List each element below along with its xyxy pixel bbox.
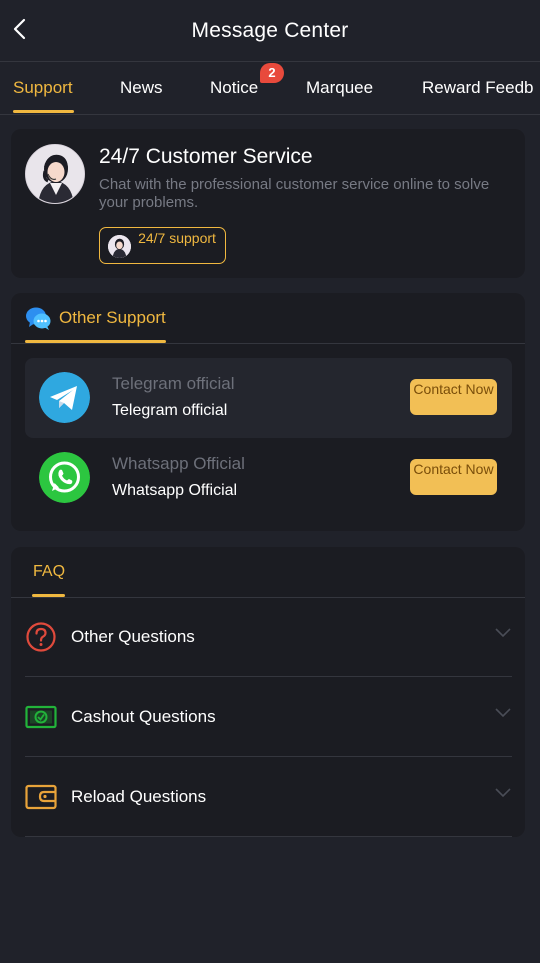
other-support-header: Other Support — [11, 293, 525, 344]
tab-news[interactable]: News — [120, 62, 163, 114]
other-support-indicator — [25, 340, 166, 343]
faq-item-other-questions[interactable]: Other Questions — [25, 597, 512, 677]
question-circle-icon — [26, 622, 56, 652]
telegram-name: Telegram official — [112, 374, 235, 393]
chevron-down-icon — [495, 628, 511, 638]
cash-icon — [25, 705, 57, 729]
other-support-title: Other Support — [59, 308, 166, 327]
other-support-card: Other Support Telegram official Telegram… — [11, 293, 525, 531]
whatsapp-subname: Whatsapp Official — [112, 482, 238, 499]
support-24-7-button[interactable]: 24/7 support — [99, 227, 226, 264]
message-center-screen: Message Center Support News Notice 2 Mar… — [0, 0, 540, 963]
wallet-icon — [25, 784, 57, 810]
chevron-down-icon — [495, 708, 511, 718]
telegram-support-item[interactable]: Telegram official Telegram official Cont… — [25, 358, 512, 438]
customer-service-card: 24/7 Customer Service Chat with the prof… — [11, 129, 525, 278]
cs-description: Chat with the professional customer serv… — [99, 176, 490, 211]
tab-reward-feedback[interactable]: Reward Feedb — [422, 62, 534, 114]
tab-support[interactable]: Support — [13, 62, 73, 114]
whatsapp-name: Whatsapp Official — [112, 454, 245, 473]
tab-notice[interactable]: Notice — [210, 62, 258, 114]
agent-mini-avatar — [108, 235, 131, 258]
faq-label-reload: Reload Questions — [71, 787, 207, 806]
back-arrow-icon[interactable] — [10, 17, 30, 41]
telegram-subname: Telegram official — [112, 402, 228, 419]
chevron-down-icon — [495, 788, 511, 798]
tab-bar: Support News Notice 2 Marquee Reward Fee… — [0, 62, 540, 115]
telegram-contact-button[interactable]: Contact Now — [410, 379, 497, 415]
tab-marquee[interactable]: Marquee — [306, 62, 373, 114]
page-title: Message Center — [191, 18, 349, 42]
faq-title: FAQ — [33, 563, 66, 580]
whatsapp-support-item[interactable]: Whatsapp Official Whatsapp Official Cont… — [25, 438, 512, 518]
cs-title: 24/7 Customer Service — [99, 145, 313, 168]
header: Message Center — [0, 0, 540, 62]
whatsapp-contact-button[interactable]: Contact Now — [410, 459, 497, 495]
notice-badge: 2 — [260, 63, 284, 83]
support-button-label: 24/7 support — [138, 230, 216, 246]
faq-header: FAQ — [11, 547, 525, 598]
active-tab-indicator — [13, 110, 74, 113]
faq-item-reload-questions[interactable]: Reload Questions — [25, 757, 512, 837]
agent-avatar — [25, 144, 85, 204]
faq-card: FAQ Other Questions Cashout Questions Re… — [11, 547, 525, 837]
telegram-icon — [39, 372, 90, 423]
whatsapp-icon — [39, 452, 90, 503]
faq-item-cashout-questions[interactable]: Cashout Questions — [25, 677, 512, 757]
chat-bubbles-icon — [26, 307, 51, 330]
faq-label-cashout: Cashout Questions — [71, 707, 216, 726]
faq-label-other: Other Questions — [71, 627, 195, 646]
